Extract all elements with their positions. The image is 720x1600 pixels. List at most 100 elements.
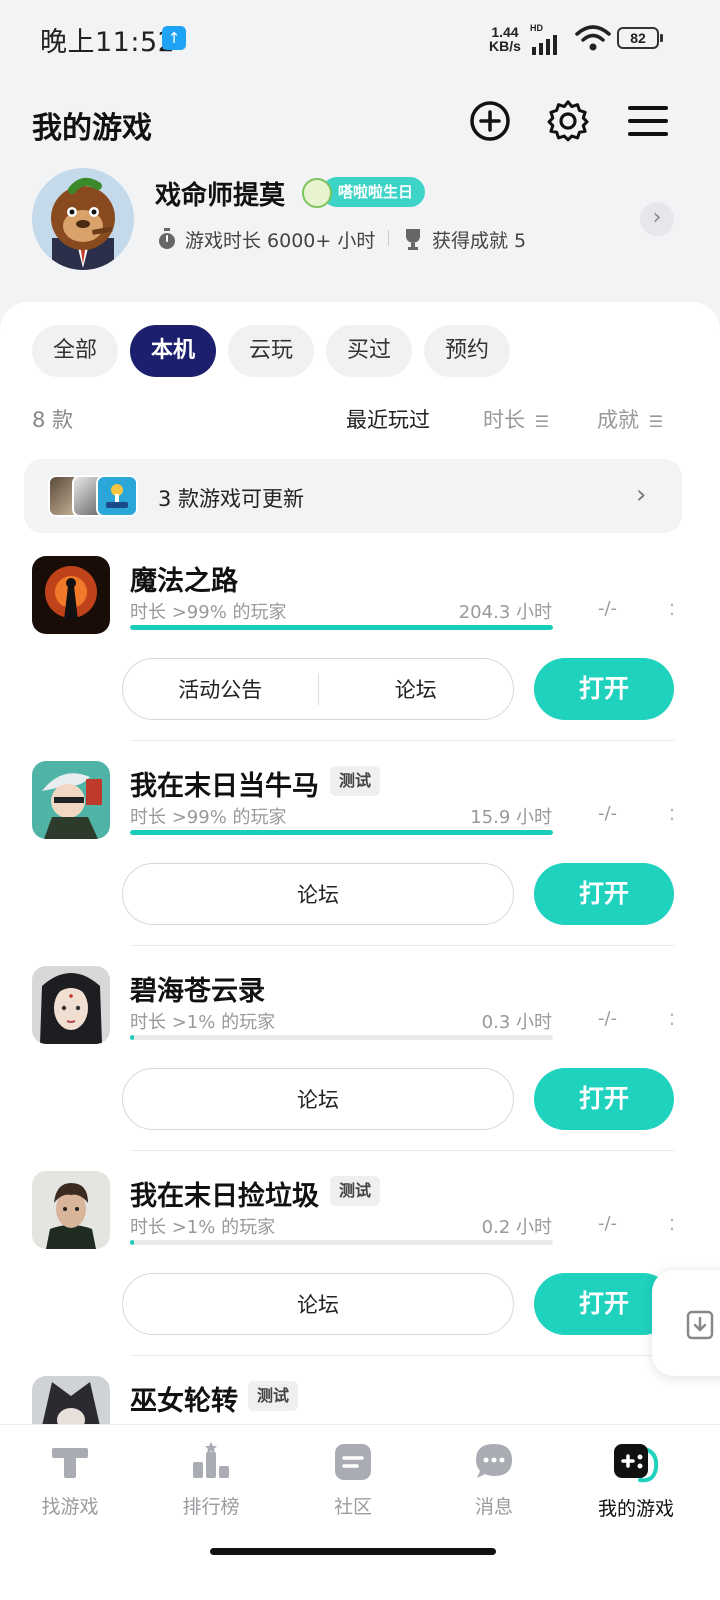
messages-icon [476,1444,512,1478]
network-speed: 1.44 KB/s [489,24,521,54]
filter-chip-purchased[interactable]: 买过 [326,325,412,377]
user-name[interactable]: 戏命师提莫 [155,175,285,212]
forum-button[interactable]: 论坛 [122,1273,514,1335]
stat-divider [388,230,389,246]
game-achievement: -/- [598,803,618,824]
playtime-stat: 游戏时长 6000+ 小时 [185,230,376,252]
badge-avatar-icon [302,178,332,208]
game-actions-pill: 活动公告 论坛 [122,658,514,720]
nav-leaderboard[interactable]: 排行榜 [141,1440,281,1519]
settings-gear-icon[interactable] [546,99,590,143]
row-divider [130,945,675,946]
open-game-button[interactable]: 打开 [534,658,674,720]
game-name[interactable]: 我在末日当牛马 [130,764,319,803]
trophy-icon [406,229,420,250]
battery-indicator: 82 [617,27,663,49]
profile-chevron-right-icon[interactable]: › [640,202,674,236]
sort-icon: ☰ [648,412,664,431]
stopwatch-icon [159,228,175,249]
open-game-button[interactable]: 打开 [534,1068,674,1130]
more-options-icon[interactable]: · · [666,597,678,624]
update-game-thumbnail [96,475,138,517]
filter-chip-local[interactable]: 本机 [130,325,216,377]
game-progress-fill [130,625,553,630]
floating-download-button[interactable] [652,1270,720,1376]
game-icon[interactable] [32,1376,110,1424]
game-name[interactable]: 我在末日捡垃圾 [130,1174,319,1213]
sort-duration-label: 时长 [483,408,525,432]
wifi-icon [575,25,611,51]
open-game-button[interactable]: 打开 [534,863,674,925]
game-progress-bar [130,830,553,835]
sort-achievement-label: 成就 [597,408,639,432]
game-progress-bar [130,1240,553,1245]
nav-find-games[interactable]: 找游戏 [0,1440,140,1519]
game-progress-fill [130,1035,135,1040]
nav-community[interactable]: 社区 [283,1440,423,1519]
home-indicator [210,1548,496,1555]
sort-achievement[interactable]: 成就 ☰ [597,404,663,434]
test-tag: 测试 [248,1381,299,1411]
upload-notification-icon: ↑ [162,26,186,50]
signal-icon: HD [530,24,566,61]
more-options-icon[interactable]: · · [666,802,678,829]
more-options-icon[interactable]: · · [666,1212,678,1239]
game-achievement: -/- [598,1213,618,1234]
sort-recent[interactable]: 最近玩过 [346,404,430,434]
sort-duration[interactable]: 时长 ☰ [483,404,549,434]
game-hours: 15.9 小时 [470,807,552,828]
filter-chip-cloud[interactable]: 云玩 [228,325,314,377]
game-name[interactable]: 魔法之路 [130,559,238,598]
row-divider [130,1355,675,1356]
nav-label: 社区 [333,1496,372,1518]
row-divider [130,1150,675,1151]
game-progress-fill [130,830,553,835]
game-progress-bar [130,1035,553,1040]
leaderboard-icon [193,1442,229,1478]
forum-button[interactable]: 论坛 [319,674,514,704]
game-icon[interactable] [32,761,110,839]
find-games-icon [52,1448,88,1478]
game-progress-fill [130,1240,135,1245]
game-name[interactable]: 巫女轮转 [130,1379,238,1418]
page-title: 我的游戏 [32,111,152,146]
nav-label: 我的游戏 [597,1498,674,1520]
row-divider [130,740,675,741]
game-icon[interactable] [32,556,110,634]
user-avatar[interactable] [32,168,134,270]
game-hours: 204.3 小时 [458,602,552,623]
game-count: 8 款 [32,408,74,432]
game-rank-text: 时长 >1% 的玩家 [130,1012,276,1033]
forum-button-label: 论坛 [297,1088,339,1112]
nav-label: 排行榜 [182,1496,240,1518]
more-options-icon[interactable]: · · [666,1007,678,1034]
test-tag: 测试 [330,766,381,796]
game-progress-bar [130,625,553,630]
achievement-stat: 获得成就 5 [432,230,527,252]
user-badge[interactable]: 嗒啦啦生日 [322,177,426,207]
game-icon[interactable] [32,1171,110,1249]
event-notice-button[interactable]: 活动公告 [123,674,318,704]
download-icon [686,1310,714,1340]
my-games-icon [614,1444,659,1483]
game-achievement: -/- [598,1008,618,1029]
game-rank-text: 时长 >99% 的玩家 [130,807,287,828]
menu-icon[interactable] [626,99,670,143]
nav-my-games[interactable]: 我的游戏 [566,1440,706,1521]
test-tag: 测试 [330,1176,381,1206]
forum-button[interactable]: 论坛 [122,863,514,925]
add-circle-icon[interactable] [468,99,512,143]
community-icon [335,1444,371,1480]
game-achievement: -/- [598,598,618,619]
nav-messages[interactable]: 消息 [424,1440,564,1519]
game-hours: 0.3 小时 [481,1012,552,1033]
game-name[interactable]: 碧海苍云录 [130,969,265,1008]
filter-chip-all[interactable]: 全部 [32,325,118,377]
forum-button[interactable]: 论坛 [122,1068,514,1130]
filter-chip-reserved[interactable]: 预约 [424,325,510,377]
game-icon[interactable] [32,966,110,1044]
forum-button-label: 论坛 [297,1293,339,1317]
nav-label: 找游戏 [41,1496,99,1518]
nav-label: 消息 [474,1496,513,1518]
game-rank-text: 时长 >1% 的玩家 [130,1217,276,1238]
